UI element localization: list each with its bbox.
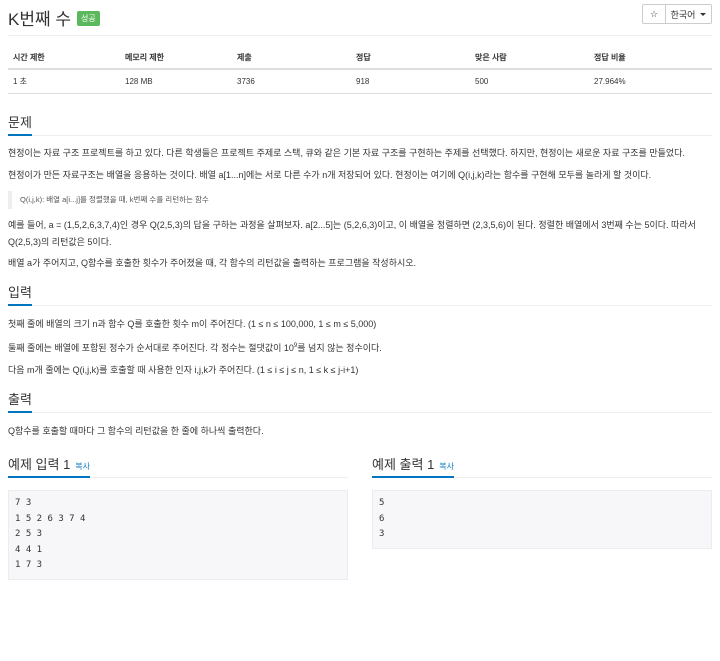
problem-paragraph: 예를 들어, a = (1,5,2,6,3,7,4)인 경우 Q(2,5,3)의… (8, 220, 696, 247)
sample-input: 예제 입력 1 복사 7 3 1 5 2 6 3 7 4 2 5 3 4 4 1 … (8, 456, 348, 580)
title-toolbar: ☆ 한국어 (642, 4, 712, 24)
language-dropdown[interactable]: 한국어 (666, 4, 712, 24)
sample-input-heading: 예제 입력 1 복사 (8, 456, 91, 478)
table-cell: 128 MB (120, 69, 232, 94)
star-icon: ☆ (649, 8, 659, 19)
copy-button[interactable]: 복사 (75, 462, 90, 471)
section-heading: 입력 (8, 284, 712, 306)
sample-output-box: 5 6 3 (372, 490, 712, 549)
table-cell: 27.964% (589, 69, 712, 94)
table-row: 1 초 128 MB 3736 918 500 27.964% (8, 69, 712, 94)
section-heading: 예제 입력 1 복사 (8, 456, 348, 478)
table-header: 제출 (232, 52, 351, 70)
table-cell: 500 (470, 69, 589, 94)
table-cell: 3736 (232, 69, 351, 94)
table-header-row: 시간 제한 메모리 제한 제출 정답 맞은 사람 정답 비율 (8, 52, 712, 70)
copy-button[interactable]: 복사 (439, 462, 454, 471)
output-section: 출력 Q함수를 호출할 때마다 그 함수의 리턴값을 한 줄에 하나씩 출력한다… (8, 391, 712, 440)
input-paragraph: 다음 m개 줄에는 Q(i,j,k)를 호출할 때 사용한 인자 i,j,k가 … (8, 365, 359, 375)
input-paragraph: 첫째 줄에 배열의 크기 n과 함수 Q를 호출한 횟수 m이 주어진다. (1… (8, 319, 377, 329)
sample-output-title: 예제 출력 1 (372, 457, 435, 472)
table-header: 메모리 제한 (120, 52, 232, 70)
problem-quote: Q(i,j,k): 배열 a[i...j]를 정렬했을 때, k번째 수를 리턴… (8, 191, 712, 209)
language-label: 한국어 (670, 9, 696, 20)
output-paragraph: Q함수를 호출할 때마다 그 함수의 리턴값을 한 줄에 하나씩 출력한다. (8, 426, 264, 436)
input-heading: 입력 (8, 284, 32, 306)
sample-input-title: 예제 입력 1 (8, 457, 71, 472)
page-title: K번째 수 (8, 10, 71, 29)
problem-paragraph: 현정이가 만든 자료구조는 배열을 응용하는 것이다. 배열 a[1...n]에… (8, 170, 652, 180)
section-heading: 출력 (8, 391, 712, 413)
output-heading: 출력 (8, 391, 32, 413)
problem-section: 문제 현정이는 자료 구조 프로젝트를 하고 있다. 다른 학생들은 프로젝트 … (8, 114, 712, 272)
problem-paragraph: 현정이는 자료 구조 프로젝트를 하고 있다. 다른 학생들은 프로젝트 주제로… (8, 148, 685, 158)
sample-output: 예제 출력 1 복사 5 6 3 (372, 456, 712, 580)
table-header: 맞은 사람 (470, 52, 589, 70)
problem-paragraph: 배열 a가 주어지고, Q함수를 호출한 횟수가 주어졌을 때, 각 함수의 리… (8, 258, 417, 268)
table-cell: 1 초 (8, 69, 120, 94)
input-section: 입력 첫째 줄에 배열의 크기 n과 함수 Q를 호출한 횟수 m이 주어진다.… (8, 284, 712, 379)
table-header: 정답 비율 (589, 52, 712, 70)
title-row: K번째 수 성공 ☆ 한국어 (8, 0, 712, 36)
star-button[interactable]: ☆ (642, 4, 666, 24)
input-paragraph: 둘째 줄에는 배열에 포함된 정수가 순서대로 주어진다. 각 정수는 절댓값이… (8, 338, 712, 357)
problem-heading: 문제 (8, 114, 32, 136)
input-text: 둘째 줄에는 배열에 포함된 정수가 순서대로 주어진다. 각 정수는 절댓값이… (8, 343, 294, 353)
caret-down-icon (700, 12, 707, 16)
sample-input-box: 7 3 1 5 2 6 3 7 4 2 5 3 4 4 1 1 7 3 (8, 490, 348, 580)
table-header: 정답 (351, 52, 470, 70)
table-header: 시간 제한 (8, 52, 120, 70)
section-heading: 문제 (8, 114, 712, 136)
section-heading: 예제 출력 1 복사 (372, 456, 712, 478)
input-text: 를 넘지 않는 정수이다. (297, 343, 382, 353)
status-badge: 성공 (76, 11, 100, 26)
sample-output-heading: 예제 출력 1 복사 (372, 456, 455, 478)
samples-row: 예제 입력 1 복사 7 3 1 5 2 6 3 7 4 2 5 3 4 4 1 … (8, 456, 712, 580)
table-cell: 918 (351, 69, 470, 94)
problem-page: K번째 수 성공 ☆ 한국어 시간 제한 메모리 제한 제출 정답 맞은 사람 … (0, 0, 720, 661)
problem-info-table: 시간 제한 메모리 제한 제출 정답 맞은 사람 정답 비율 1 초 128 M… (8, 52, 712, 94)
